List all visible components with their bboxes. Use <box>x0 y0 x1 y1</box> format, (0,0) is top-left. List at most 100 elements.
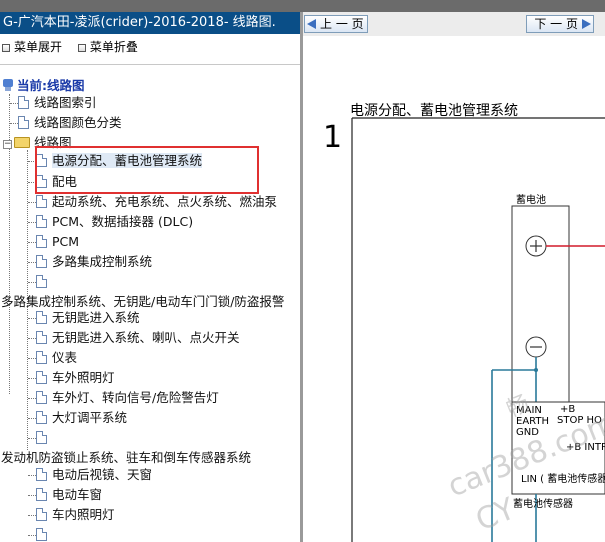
arrow-left-icon <box>307 19 316 29</box>
tree-item[interactable]: 大灯调平系统 <box>36 408 127 428</box>
tree-item[interactable]: 无钥匙进入系统 <box>36 308 140 328</box>
tree-item-label: 电动后视镜、天窗 <box>52 467 153 482</box>
tree-line <box>10 103 18 104</box>
tree-item-distribution[interactable]: 配电 <box>36 172 77 192</box>
wiring-diagram-svg <box>351 117 605 542</box>
tree-item[interactable]: 车外灯、转向信号/危险警告灯 <box>36 388 219 408</box>
tree-line <box>10 123 18 124</box>
tree-item-index[interactable]: 线路图索引 <box>18 93 97 113</box>
tree-item-label: 电源分配、蓄电池管理系统 <box>52 153 203 168</box>
page-icon <box>36 154 47 167</box>
page-icon <box>36 215 47 228</box>
menu-row: 菜单展开 菜单折叠 <box>0 38 148 56</box>
tree-item-label: 车外灯、转向信号/危险警告灯 <box>52 390 219 405</box>
page-icon <box>36 235 47 248</box>
tree-line <box>28 535 36 536</box>
sensor-label: 蓄电池传感器 <box>513 499 573 510</box>
tree-line <box>28 438 36 439</box>
tree-item[interactable]: 电动后视镜、天窗 <box>36 465 152 485</box>
tree-item-label: 线路图 <box>34 135 72 150</box>
page-icon <box>36 255 47 268</box>
tree-item[interactable]: 电动车窗 <box>36 485 102 505</box>
menu-collapse-label: 菜单折叠 <box>89 40 138 54</box>
main-label: MAIN <box>516 405 542 416</box>
tree-item[interactable]: 无钥匙进入系统、喇叭、点火开关 <box>36 328 240 348</box>
top-strip <box>0 0 605 12</box>
tree-line <box>28 495 36 496</box>
tree-item[interactable] <box>36 428 52 448</box>
tree-item[interactable]: 起动系统、充电系统、点火系统、燃油泵 <box>36 192 277 212</box>
page-icon <box>36 411 47 424</box>
tree-line <box>28 398 36 399</box>
page-icon <box>36 175 47 188</box>
tree-item[interactable]: 仪表 <box>36 348 77 368</box>
collapse-icon <box>77 44 86 52</box>
tree-item-label: 线路图索引 <box>34 95 97 110</box>
page-icon <box>36 275 47 288</box>
tree-item-label: PCM、数据插接器 (DLC) <box>52 214 194 229</box>
page-icon <box>36 311 47 324</box>
computer-icon <box>2 79 14 92</box>
tree-item-label: 线路图颜色分类 <box>34 115 122 130</box>
tree-item-label: PCM <box>52 234 80 249</box>
tree-item-label: 配电 <box>52 174 78 189</box>
page-icon <box>36 528 47 541</box>
tree-item[interactable] <box>36 525 52 542</box>
tree-item-label: 无钥匙进入系统 <box>52 310 140 325</box>
tree-item-label: 发动机防盗锁止系统、驻车和倒车传感器系统 <box>1 450 252 465</box>
page-icon <box>18 116 29 129</box>
tree-item-power-distribution[interactable]: 电源分配、蓄电池管理系统 <box>36 151 203 171</box>
tree-item[interactable]: PCM <box>36 232 79 252</box>
menu-expand-button[interactable]: 菜单展开 <box>0 38 62 55</box>
tree-item-label: 多路集成控制系统 <box>52 254 153 269</box>
page-icon <box>36 508 47 521</box>
tree-item[interactable]: 车内照明灯 <box>36 505 115 525</box>
tree-item-label: 车外照明灯 <box>52 370 115 385</box>
folder-icon <box>14 137 30 148</box>
tree-item-label: 多路集成控制系统、无钥匙/电动车门门锁/防盗报警 <box>1 294 285 309</box>
tree-line <box>28 161 36 162</box>
tree-line <box>28 378 36 379</box>
menu-expand-label: 菜单展开 <box>14 40 63 54</box>
tree-line <box>28 202 36 203</box>
page-icon <box>36 431 47 444</box>
next-page-label: 下 一 页 <box>534 17 578 31</box>
prev-page-button[interactable]: 上 一 页 <box>304 15 368 33</box>
stop-label: STOP HO <box>557 415 602 426</box>
tree-item[interactable]: 多路集成控制系统 <box>36 252 152 272</box>
tree-line <box>28 318 36 319</box>
collapse-toggle-icon[interactable]: − <box>3 140 12 149</box>
tree-line <box>28 358 36 359</box>
tree-item[interactable]: PCM、数据插接器 (DLC) <box>36 212 193 232</box>
tree-line <box>28 182 36 183</box>
menu-collapse-button[interactable]: 菜单折叠 <box>76 38 138 55</box>
page-icon <box>36 391 47 404</box>
tree-item-color[interactable]: 线路图颜色分类 <box>18 113 122 133</box>
tree-folder-wiring[interactable]: − 线路图 <box>3 133 72 153</box>
lin-label: LIN ( 蓄电池传感器 <box>521 474 605 485</box>
b-intr-label: +B INTR <box>566 442 605 453</box>
tree-item-label: 无钥匙进入系统、喇叭、点火开关 <box>52 330 240 345</box>
tree-line <box>28 515 36 516</box>
tree-item[interactable]: 车外照明灯 <box>36 368 115 388</box>
tree-line <box>28 418 36 419</box>
tree-item-label: 电动车窗 <box>52 487 103 502</box>
page-icon <box>36 468 47 481</box>
b-label: +B <box>560 404 576 415</box>
page-icon <box>36 331 47 344</box>
divider <box>0 64 300 65</box>
tree-line <box>28 262 36 263</box>
tree-item[interactable] <box>36 272 52 292</box>
gnd-label: GND <box>516 427 539 438</box>
page-icon <box>36 488 47 501</box>
tree-line <box>28 338 36 339</box>
page-icon <box>36 351 47 364</box>
next-page-button[interactable]: 下 一 页 <box>526 15 594 33</box>
wiring-diagram: 电源分配、蓄电池管理系统 1 蓄电池 MAIN EARTH GND +B STO… <box>303 36 605 542</box>
earth-label: EARTH <box>516 416 550 427</box>
expand-icon <box>2 44 10 52</box>
tree-item-label: 大灯调平系统 <box>52 410 128 425</box>
arrow-right-icon <box>582 19 591 29</box>
tree-item-label: 车内照明灯 <box>52 507 115 522</box>
right-panel: 上 一 页 下 一 页 电源分配、蓄电池管理系统 1 蓄电池 MAIN EART… <box>303 12 605 542</box>
